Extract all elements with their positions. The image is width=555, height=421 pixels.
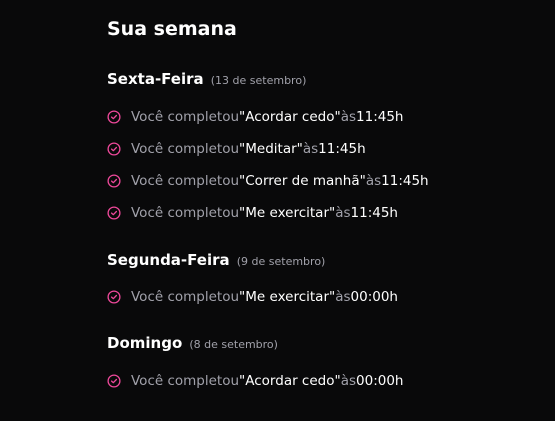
entry-connector: às [335,289,351,305]
habit-name: "Acordar cedo" [239,373,341,389]
list-item: Você completou "Acordar cedo" às 00:00h [107,371,403,391]
entry-prefix: Você completou [131,205,240,221]
day-heading: Segunda-Feira (9 de setembro) [107,250,325,272]
day-heading: Sexta-Feira (13 de setembro) [107,69,306,91]
entry-time: 11:45h [318,141,366,157]
entry-prefix: Você completou [131,141,240,157]
entry-connector: às [302,141,319,157]
list-item: Você completou "Correr de manhã" às 11:4… [107,171,429,191]
habit-name: "Correr de manhã" [239,173,366,189]
entry-time: 00:00h [350,289,398,305]
day-heading: Domingo (8 de setembro) [107,333,278,355]
entry-prefix: Você completou [131,173,240,189]
day-date: (13 de setembro) [210,74,307,87]
page-title: Sua semana [107,18,237,40]
entry-connector: às [365,173,382,189]
entry-time: 11:45h [356,109,404,125]
day-name: Sexta-Feira [107,70,204,88]
entry-connector: às [335,205,351,221]
check-circle-icon [107,142,121,156]
list-item: Você completou "Acordar cedo" às 11:45h [107,107,403,127]
entry-connector: às [340,373,357,389]
list-item: Você completou "Me exercitar" às 00:00h [107,287,398,307]
habit-name: "Me exercitar" [239,289,336,305]
day-name: Segunda-Feira [107,251,230,269]
entry-prefix: Você completou [131,109,240,125]
entry-connector: às [340,109,357,125]
list-item: Você completou "Me exercitar" às 11:45h [107,203,398,223]
check-circle-icon [107,174,121,188]
entry-time: 11:45h [381,173,429,189]
check-circle-icon [107,110,121,124]
entry-time: 00:00h [356,373,404,389]
entry-prefix: Você completou [131,289,240,305]
day-name: Domingo [107,334,183,352]
day-date: (9 de setembro) [236,255,326,268]
check-circle-icon [107,290,121,304]
day-date: (8 de setembro) [189,338,278,351]
entry-prefix: Você completou [131,373,240,389]
check-circle-icon [107,206,121,220]
habit-name: "Meditar" [239,141,303,157]
list-item: Você completou "Meditar" às 11:45h [107,139,366,159]
habit-name: "Me exercitar" [239,205,336,221]
habit-name: "Acordar cedo" [239,109,341,125]
entry-time: 11:45h [350,205,398,221]
check-circle-icon [107,374,121,388]
